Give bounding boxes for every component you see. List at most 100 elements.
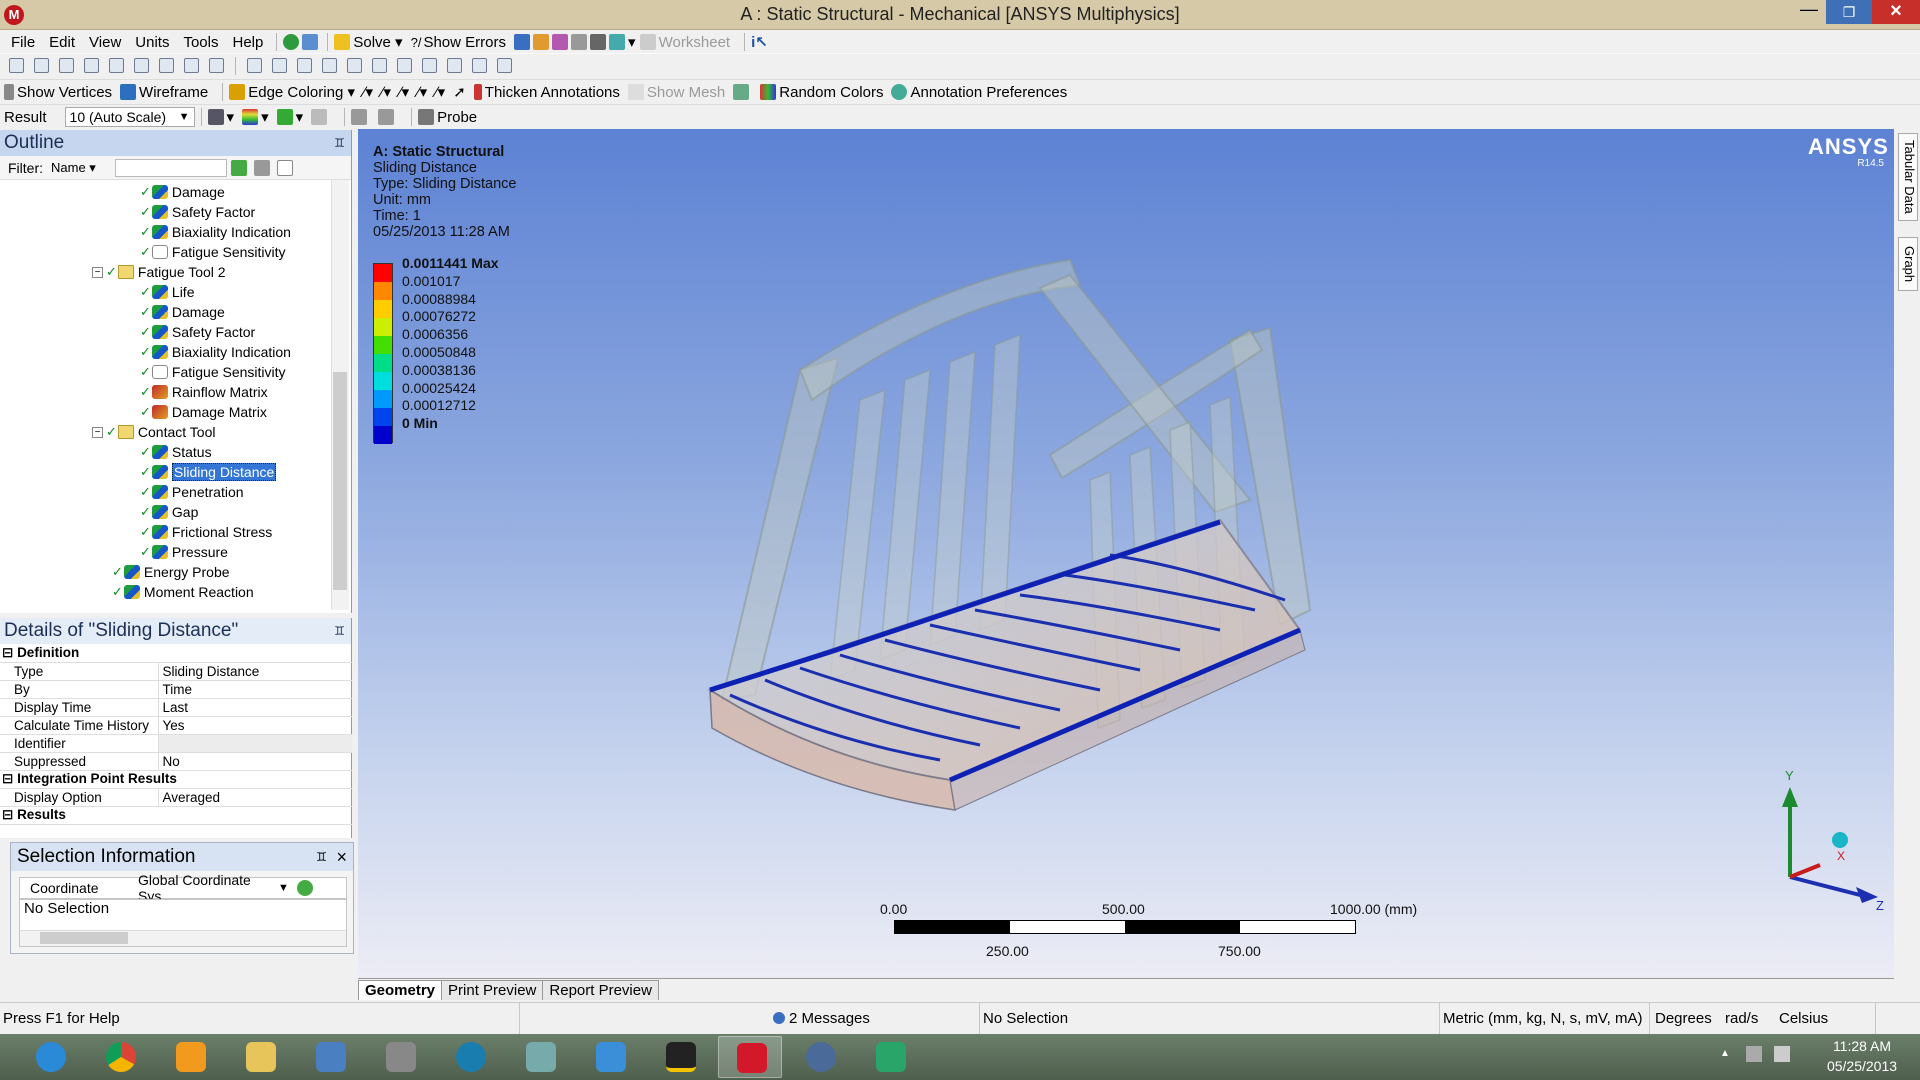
tab-tabular-data[interactable]: Tabular Data xyxy=(1898,133,1918,221)
filter-input[interactable] xyxy=(115,158,227,177)
details-category[interactable]: ⊟ Definition xyxy=(0,644,352,663)
tree-item[interactable]: ✓ Biaxiality Indication xyxy=(140,222,291,242)
taskbar-explorer[interactable] xyxy=(228,1036,292,1078)
status-temperature[interactable]: Celsius xyxy=(1776,1003,1876,1035)
select-face-icon[interactable] xyxy=(84,58,99,73)
property-value[interactable]: Averaged xyxy=(158,788,352,807)
random-colors-button[interactable]: Random Colors xyxy=(760,84,883,101)
pin-icon[interactable]: ♊ xyxy=(334,618,345,644)
property-value[interactable]: Time xyxy=(158,680,352,699)
tree-item[interactable]: ✓ Life xyxy=(140,282,194,302)
zoom-fit-icon[interactable] xyxy=(347,58,362,73)
tree-item[interactable]: ✓ Fatigue Sensitivity xyxy=(140,362,286,382)
expand-icon[interactable] xyxy=(184,58,199,73)
tree-item[interactable]: ✓ Damage Matrix xyxy=(140,402,267,422)
details-row[interactable]: Display Option Averaged xyxy=(0,788,352,807)
new-chart-icon[interactable] xyxy=(513,34,530,50)
contour-button[interactable]: ▾ xyxy=(242,108,269,126)
collapse-icon[interactable]: − xyxy=(92,266,103,278)
previous-view-icon[interactable] xyxy=(397,58,412,73)
details-row[interactable]: Calculate Time History Yes xyxy=(0,716,352,735)
show-vertices-button[interactable]: Show Vertices xyxy=(4,84,112,101)
details-row[interactable]: By Time xyxy=(0,680,352,699)
filter-select[interactable]: Name ▾ xyxy=(51,159,109,177)
menu-edit[interactable]: Edit xyxy=(42,34,82,51)
context-help-icon[interactable]: i↖ xyxy=(751,33,768,51)
edge-style-2-button[interactable]: ∕▾ xyxy=(381,83,391,101)
screenshot-icon[interactable] xyxy=(608,34,625,50)
details-category[interactable]: ⊟ Integration Point Results xyxy=(0,770,352,789)
result-scale-select[interactable]: 10 (Auto Scale) ▼ xyxy=(64,107,195,127)
tray-expand-icon[interactable]: ▲ xyxy=(1720,1048,1730,1059)
solve-button[interactable]: Solve ▾ xyxy=(334,33,403,51)
tree-item[interactable]: ✓ Damage xyxy=(140,302,225,322)
coordinate-triad[interactable]: Y X Z xyxy=(1740,765,1890,915)
outline-scroll-thumb[interactable] xyxy=(333,372,347,590)
check-solve-icon[interactable] xyxy=(283,34,300,50)
edges-button[interactable]: ▾ xyxy=(276,108,303,126)
comment-icon[interactable] xyxy=(570,34,587,50)
menu-units[interactable]: Units xyxy=(128,34,176,51)
annotation-preferences-button[interactable]: Annotation Preferences xyxy=(891,84,1067,101)
details-row[interactable]: Suppressed No xyxy=(0,752,352,771)
menu-tools[interactable]: Tools xyxy=(176,34,225,51)
text-icon[interactable] xyxy=(589,34,606,50)
select-mode-icon[interactable] xyxy=(134,58,149,73)
selection-scrollbar[interactable] xyxy=(20,930,346,946)
tab-graph[interactable]: Graph xyxy=(1898,237,1918,291)
tree-item[interactable]: − ✓ Fatigue Tool 2 xyxy=(92,262,226,282)
taskbar-app-9[interactable] xyxy=(578,1036,642,1078)
tree-item[interactable]: ✓ Status xyxy=(140,442,212,462)
next-view-icon[interactable] xyxy=(422,58,437,73)
pin-icon[interactable]: ♊ xyxy=(316,843,327,871)
taskbar-ansys-workbench[interactable] xyxy=(648,1036,712,1078)
tree-item[interactable]: ✓ Gap xyxy=(140,502,198,522)
explode-button[interactable] xyxy=(733,84,752,100)
tree-item[interactable]: ✓ Moment Reaction xyxy=(112,582,254,600)
select-icon[interactable] xyxy=(296,880,313,896)
select-vertex-icon[interactable] xyxy=(34,58,49,73)
show-errors-button[interactable]: ?/Show Errors xyxy=(411,34,506,51)
pin-icon[interactable]: ♊ xyxy=(334,130,345,156)
vector-button[interactable] xyxy=(311,109,330,125)
tab-report-preview[interactable]: Report Preview xyxy=(542,980,659,1000)
wireframe-button[interactable]: Wireframe xyxy=(120,84,208,101)
contour-legend[interactable]: 0.0011441 Max 0.001017 0.00088984 0.0007627… xyxy=(373,255,499,444)
tree-item[interactable]: ✓ Safety Factor xyxy=(140,202,255,222)
minimize-icon[interactable]: — xyxy=(1792,0,1826,24)
taskbar-chrome[interactable] xyxy=(88,1036,152,1078)
thicken-annotations-button[interactable]: Thicken Annotations xyxy=(473,84,620,101)
probe-button[interactable]: Probe xyxy=(418,109,477,126)
select-body-icon[interactable] xyxy=(109,58,124,73)
collapse-icon[interactable]: ⊟ xyxy=(2,771,17,786)
tree-item[interactable]: ✓ Fatigue Sensitivity xyxy=(140,242,286,262)
selection-scroll-thumb[interactable] xyxy=(40,932,128,944)
chair-model-3d[interactable] xyxy=(690,240,1550,840)
flag-icon[interactable] xyxy=(302,34,319,50)
collapse-icon[interactable]: ⊟ xyxy=(2,645,17,660)
menu-help[interactable]: Help xyxy=(226,34,271,51)
tree-item[interactable]: ✓ Biaxiality Indication xyxy=(140,342,291,362)
details-row[interactable]: Identifier xyxy=(0,734,352,753)
box-zoom-icon[interactable] xyxy=(322,58,337,73)
extend-icon[interactable] xyxy=(159,58,174,73)
geometry-display-button[interactable]: ▾ xyxy=(207,108,234,126)
clock-time[interactable]: 11:28 AM xyxy=(1808,1038,1916,1054)
isometric-icon[interactable] xyxy=(447,58,462,73)
collapse-icon[interactable]: ⊟ xyxy=(2,807,17,822)
viewport-icon[interactable] xyxy=(497,58,512,73)
property-value[interactable]: No xyxy=(158,752,352,771)
iso-ball-icon[interactable] xyxy=(1832,832,1848,848)
status-messages[interactable]: 2 Messages xyxy=(770,1003,980,1035)
zoom-icon[interactable] xyxy=(297,58,312,73)
taskbar-app-12[interactable] xyxy=(788,1036,852,1078)
clock-date[interactable]: 05/25/2013 xyxy=(1808,1058,1916,1074)
collapse-icon[interactable]: − xyxy=(92,426,103,438)
property-value[interactable]: Last xyxy=(158,698,352,717)
image-icon[interactable] xyxy=(551,34,568,50)
pan-icon[interactable] xyxy=(272,58,287,73)
taskbar-app-6[interactable] xyxy=(368,1036,432,1078)
taskbar-app-7[interactable] xyxy=(438,1036,502,1078)
tree-item[interactable]: ✓ Energy Probe xyxy=(112,562,230,582)
grow-icon[interactable] xyxy=(209,58,224,73)
